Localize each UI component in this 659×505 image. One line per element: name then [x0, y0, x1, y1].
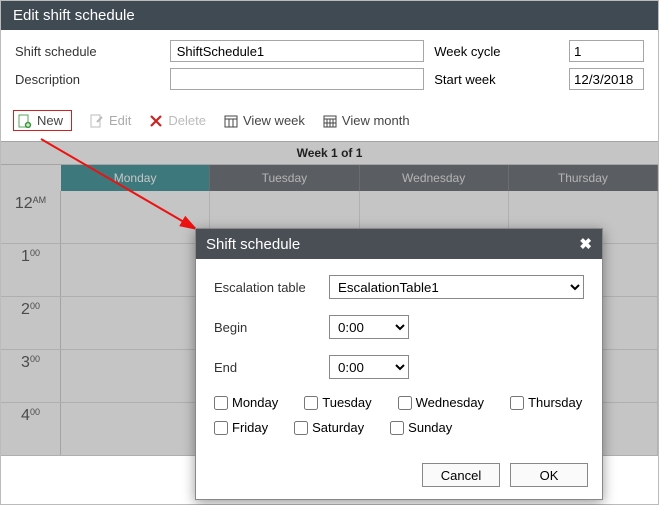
day-checkbox-thursday[interactable]: Thursday [510, 395, 582, 410]
end-label: End [214, 360, 329, 375]
toolbar: New Edit Delete View week View month [1, 104, 658, 141]
checkbox-label: Sunday [408, 420, 452, 435]
close-icon[interactable]: ✖ [579, 235, 592, 253]
start-week-input[interactable] [569, 68, 644, 90]
checkbox-monday[interactable] [214, 396, 228, 410]
edit-icon [90, 114, 104, 128]
calendar-cell[interactable] [61, 244, 210, 296]
view-week-button[interactable]: View week [224, 113, 305, 128]
day-header-monday[interactable]: Monday [61, 165, 210, 191]
edit-label: Edit [109, 113, 131, 128]
time-label: 12AM [1, 191, 61, 243]
calendar-week-icon [224, 114, 238, 128]
day-checkbox-saturday[interactable]: Saturday [294, 420, 364, 435]
calendar-month-icon [323, 114, 337, 128]
dialog-title-bar: Shift schedule ✖ [196, 229, 602, 259]
checkbox-friday[interactable] [214, 421, 228, 435]
checkbox-label: Saturday [312, 420, 364, 435]
time-label: 100 [1, 244, 61, 296]
ok-button[interactable]: OK [510, 463, 588, 487]
day-header-tuesday[interactable]: Tuesday [210, 165, 359, 191]
shift-schedule-dialog: Shift schedule ✖ Escalation table Escala… [195, 228, 603, 500]
checkbox-saturday[interactable] [294, 421, 308, 435]
escalation-table-label: Escalation table [214, 280, 329, 295]
calendar-cell[interactable] [61, 403, 210, 455]
begin-label: Begin [214, 320, 329, 335]
dialog-title: Shift schedule [206, 236, 300, 253]
day-checkbox-friday[interactable]: Friday [214, 420, 268, 435]
time-label: 400 [1, 403, 61, 455]
checkbox-label: Tuesday [322, 395, 371, 410]
description-input[interactable] [170, 68, 425, 90]
window-title-bar: Edit shift schedule [1, 1, 658, 30]
time-label: 300 [1, 350, 61, 402]
day-header-row: MondayTuesdayWednesdayThursday [1, 165, 658, 191]
view-week-label: View week [243, 113, 305, 128]
checkbox-label: Friday [232, 420, 268, 435]
checkbox-sunday[interactable] [390, 421, 404, 435]
description-label: Description [15, 72, 170, 87]
begin-select[interactable]: 0:00 [329, 315, 409, 339]
form-area: Shift schedule Week cycle Description St… [1, 30, 658, 104]
week-cycle-input[interactable] [569, 40, 644, 62]
time-label: 200 [1, 297, 61, 349]
end-select[interactable]: 0:00 [329, 355, 409, 379]
day-header-thursday[interactable]: Thursday [509, 165, 658, 191]
new-icon [18, 114, 32, 128]
calendar-cell[interactable] [61, 191, 210, 243]
day-checkbox-sunday[interactable]: Sunday [390, 420, 452, 435]
day-checkbox-tuesday[interactable]: Tuesday [304, 395, 371, 410]
checkbox-tuesday[interactable] [304, 396, 318, 410]
day-checkbox-wednesday[interactable]: Wednesday [398, 395, 484, 410]
week-header: Week 1 of 1 [1, 141, 658, 165]
checkbox-label: Monday [232, 395, 278, 410]
checkbox-thursday[interactable] [510, 396, 524, 410]
start-week-label: Start week [424, 72, 569, 87]
edit-button[interactable]: Edit [90, 113, 131, 128]
shift-schedule-input[interactable] [170, 40, 425, 62]
calendar-cell[interactable] [61, 350, 210, 402]
delete-label: Delete [168, 113, 206, 128]
day-checkbox-monday[interactable]: Monday [214, 395, 278, 410]
checkbox-wednesday[interactable] [398, 396, 412, 410]
checkbox-label: Thursday [528, 395, 582, 410]
week-cycle-label: Week cycle [424, 44, 569, 59]
escalation-table-select[interactable]: EscalationTable1 [329, 275, 584, 299]
new-label: New [37, 113, 63, 128]
view-month-label: View month [342, 113, 410, 128]
checkbox-label: Wednesday [416, 395, 484, 410]
calendar-cell[interactable] [61, 297, 210, 349]
new-button[interactable]: New [13, 110, 72, 131]
delete-icon [149, 114, 163, 128]
day-header-wednesday[interactable]: Wednesday [360, 165, 509, 191]
delete-button[interactable]: Delete [149, 113, 206, 128]
cancel-button[interactable]: Cancel [422, 463, 500, 487]
window-title: Edit shift schedule [13, 7, 135, 24]
view-month-button[interactable]: View month [323, 113, 410, 128]
shift-schedule-label: Shift schedule [15, 44, 170, 59]
